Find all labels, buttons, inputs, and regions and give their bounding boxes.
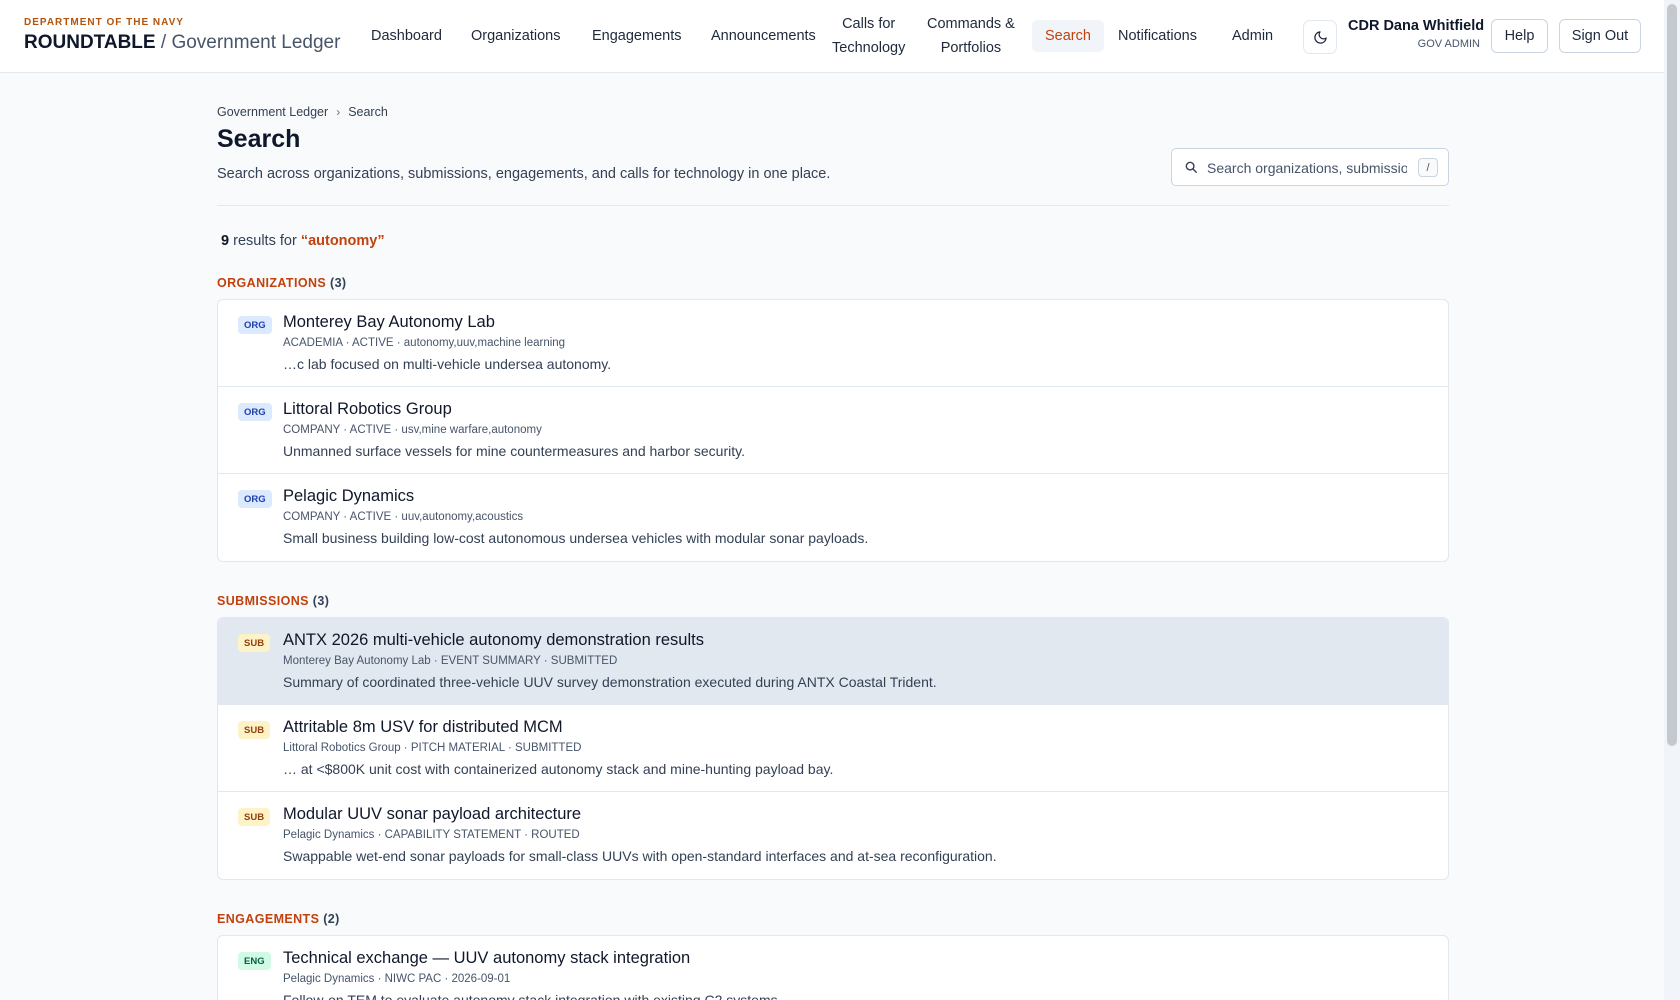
result-meta: ACADEMIA · ACTIVE · autonomy,uuv,machine… [283,337,566,349]
help-button[interactable]: Help [1491,19,1548,53]
breadcrumb-government-ledger[interactable]: Government Ledger [217,105,328,119]
section-heading-engagements: ENGAGEMENTS (2) [217,912,340,926]
section-heading-submissions: SUBMISSIONS (3) [217,594,329,608]
brand-logo[interactable]: DEPARTMENT OF THE NAVY ROUNDTABLE / Gove… [24,17,340,54]
breadcrumb: Government Ledger › Search [217,105,388,119]
user-name: CDR Dana Whitfield [1348,18,1485,34]
org-badge: ORG [238,316,272,334]
top-navigation-bar: DEPARTMENT OF THE NAVY ROUNDTABLE / Gove… [0,0,1664,73]
result-title[interactable]: Pelagic Dynamics [283,487,414,506]
section-title: ORGANIZATIONS [217,276,327,290]
nav-commands-portfolios[interactable]: Commands & Portfolios [927,12,1015,60]
result-meta: Littoral Robotics Group · PITCH MATERIAL… [283,742,582,754]
sub-badge: SUB [238,634,271,652]
result-meta: Pelagic Dynamics · CAPABILITY STATEMENT … [283,829,580,841]
search-field[interactable]: / [1171,148,1449,186]
org-badge: ORG [238,403,272,421]
section-count: (2) [323,912,340,926]
brand-separator: / [160,32,167,53]
user-role: GOV ADMIN [1417,38,1480,50]
org-badge: ORG [238,490,272,508]
section-title: ENGAGEMENTS [217,912,320,926]
brand-product: Government Ledger [171,32,341,53]
page-description: Search across organizations, submissions… [217,166,831,182]
nav-organizations[interactable]: Organizations [471,24,560,48]
search-icon [1185,161,1197,173]
organizations-results-card: ORG Monterey Bay Autonomy Lab ACADEMIA ·… [217,299,1449,562]
result-description: Small business building low-cost autonom… [283,530,869,546]
sign-out-button[interactable]: Sign Out [1559,19,1641,53]
result-title[interactable]: Littoral Robotics Group [283,400,452,419]
moon-icon [1313,30,1327,44]
section-title: SUBMISSIONS [217,594,309,608]
result-row[interactable]: SUB Modular UUV sonar payload architectu… [218,792,1448,879]
result-description: …c lab focused on multi-vehicle undersea… [283,356,612,372]
result-meta: Monterey Bay Autonomy Lab · EVENT SUMMAR… [283,655,618,667]
engagements-results-card: ENG Technical exchange — UUV autonomy st… [217,935,1449,1000]
result-count-text: results for [233,233,297,249]
user-info: CDR Dana Whitfield GOV ADMIN [1348,18,1485,50]
page-scrollbar[interactable] [1664,0,1680,1000]
result-description: Unmanned surface vessels for mine counte… [283,443,745,459]
sub-badge: SUB [238,721,271,739]
nav-calls-for-technology[interactable]: Calls for Technology [832,12,905,60]
submissions-results-card: SUB ANTX 2026 multi-vehicle autonomy dem… [217,617,1449,880]
result-meta: Pelagic Dynamics · NIWC PAC · 2026-09-01 [283,973,511,985]
nav-notifications[interactable]: Notifications [1118,24,1197,48]
result-meta: COMPANY · ACTIVE · usv,mine warfare,auto… [283,424,542,436]
theme-toggle-button[interactable] [1303,20,1337,54]
breadcrumb-search: Search [348,105,388,119]
nav-commands-line1: Commands & [927,16,1015,32]
chevron-right-icon: › [336,105,341,119]
search-shortcut-key: / [1418,158,1438,177]
result-row[interactable]: ORG Littoral Robotics Group COMPANY · AC… [218,387,1448,474]
brand-name: ROUNDTABLE [24,32,156,53]
result-description: Swappable wet-end sonar payloads for sma… [283,848,997,864]
result-row[interactable]: ENG Technical exchange — UUV autonomy st… [218,936,1448,1000]
eng-badge: ENG [238,952,271,970]
result-description: Summary of coordinated three-vehicle UUV… [283,674,937,690]
nav-commands-line2: Portfolios [940,40,1002,56]
nav-calls-line1: Calls for [842,16,896,32]
result-title[interactable]: Technical exchange — UUV autonomy stack … [283,949,690,968]
sub-badge: SUB [238,808,271,826]
brand-title: ROUNDTABLE / Government Ledger [24,32,340,54]
result-title[interactable]: Monterey Bay Autonomy Lab [283,313,495,332]
nav-engagements[interactable]: Engagements [592,24,681,48]
result-count-number: 9 [221,233,230,249]
brand-department: DEPARTMENT OF THE NAVY [24,17,184,28]
nav-calls-line2: Technology [832,40,906,56]
section-heading-organizations: ORGANIZATIONS (3) [217,276,347,290]
header-divider [217,205,1449,206]
result-title[interactable]: Modular UUV sonar payload architecture [283,805,581,824]
result-description: … at <$800K unit cost with containerized… [283,761,834,777]
section-count: (3) [312,594,330,608]
result-row[interactable]: SUB Attritable 8m USV for distributed MC… [218,705,1448,792]
nav-announcements[interactable]: Announcements [711,24,816,48]
result-title[interactable]: Attritable 8m USV for distributed MCM [283,718,563,737]
result-description: Follow-on TEM to evaluate autonomy stack… [283,992,782,1000]
scrollbar-thumb[interactable] [1667,4,1677,746]
result-meta: COMPANY · ACTIVE · uuv,autonomy,acoustic… [283,511,524,523]
nav-search[interactable]: Search [1032,20,1104,52]
result-row[interactable]: SUB ANTX 2026 multi-vehicle autonomy dem… [218,618,1448,705]
result-row[interactable]: ORG Pelagic Dynamics COMPANY · ACTIVE · … [218,474,1448,561]
nav-admin[interactable]: Admin [1232,24,1273,48]
search-input[interactable] [1207,157,1407,179]
section-count: (3) [330,276,347,290]
result-query: “autonomy” [300,233,385,249]
result-row[interactable]: ORG Monterey Bay Autonomy Lab ACADEMIA ·… [218,300,1448,387]
nav-dashboard[interactable]: Dashboard [371,24,442,48]
page-title: Search [217,125,301,153]
result-count: 9 results for “autonomy” [221,233,385,249]
result-title[interactable]: ANTX 2026 multi-vehicle autonomy demonst… [283,631,704,650]
